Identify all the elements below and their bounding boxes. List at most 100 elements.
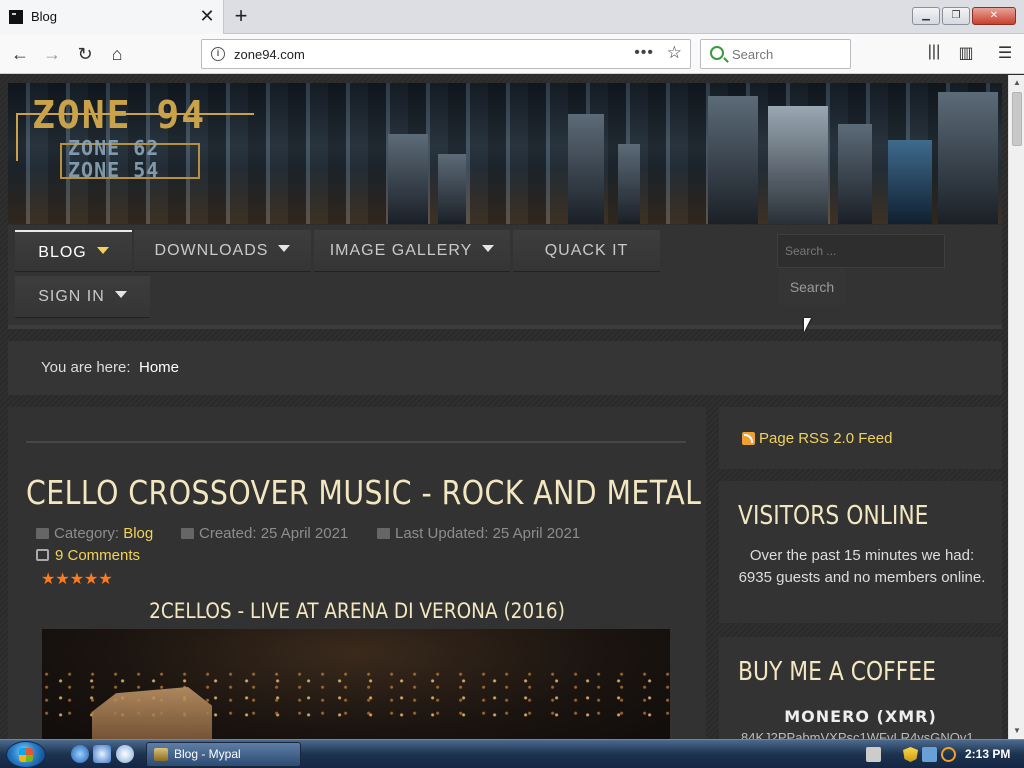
- calendar-icon: [181, 528, 194, 539]
- tab-close-icon[interactable]: ✕: [198, 6, 216, 26]
- article-category: Category: Blog: [36, 525, 153, 542]
- reload-icon[interactable]: ↻: [72, 41, 98, 67]
- media-player-icon[interactable]: [116, 745, 134, 763]
- article-title[interactable]: CELLO CROSSOVER MUSIC - ROCK AND METAL: [26, 473, 701, 512]
- menu-item-sign-in[interactable]: SIGN IN: [15, 276, 150, 318]
- search-icon: [710, 46, 724, 60]
- updated-date: Last Updated: 25 April 2021: [395, 525, 581, 542]
- menu-item-quack-it[interactable]: QUACK IT: [513, 230, 660, 272]
- mypal-icon: [154, 748, 168, 761]
- network-icon[interactable]: [922, 747, 937, 762]
- visitors-widget: VISITORS ONLINE Over the past 15 minutes…: [719, 481, 1002, 623]
- taskbar-item-label: Blog - Mypal: [174, 747, 241, 761]
- page-scrollbar[interactable]: ▲ ▼: [1008, 75, 1024, 739]
- ie-icon[interactable]: [71, 745, 89, 763]
- site-favicon-icon: [9, 10, 23, 24]
- site-search-button[interactable]: Search: [779, 269, 845, 305]
- menu-label-sign-in: SIGN IN: [38, 288, 105, 305]
- comments-count: 9 Comments: [55, 547, 141, 564]
- article-updated: Last Updated: 25 April 2021: [377, 525, 580, 542]
- calendar-icon: [377, 528, 390, 539]
- home-icon[interactable]: ⌂: [104, 41, 130, 67]
- taskbar-clock[interactable]: 2:13 PM: [965, 747, 1010, 761]
- logo-sub-line-1: ZONE 62: [68, 136, 160, 160]
- monero-address[interactable]: 84KJ2PPabmVXPsc1WFvLR4vsGNQv1: [741, 730, 974, 739]
- security-shield-icon[interactable]: [903, 747, 918, 762]
- tab-blog[interactable]: Blog ✕: [0, 0, 224, 34]
- os-taskbar: Blog - Mypal 2:13 PM: [0, 739, 1024, 768]
- comments-link[interactable]: 9 Comments: [36, 547, 140, 564]
- menu-label-downloads: DOWNLOADS: [154, 242, 269, 259]
- taskbar-item-mypal[interactable]: Blog - Mypal: [146, 742, 301, 767]
- start-button[interactable]: [6, 741, 46, 768]
- breadcrumb: You are here: Home: [8, 341, 1002, 395]
- menu-item-blog[interactable]: BLOG: [15, 230, 132, 272]
- visitors-title: VISITORS ONLINE: [738, 501, 929, 531]
- close-window-button[interactable]: ✕: [972, 7, 1016, 25]
- explorer-icon[interactable]: [93, 745, 111, 763]
- menu-label-quack-it: QUACK IT: [544, 242, 629, 259]
- hamburger-menu-icon[interactable]: ☰: [994, 43, 1016, 63]
- created-date: Created: 25 April 2021: [199, 525, 349, 542]
- site-logo-text[interactable]: ZONE 94: [32, 93, 206, 137]
- page-actions-icon[interactable]: •••: [634, 44, 654, 62]
- article-created: Created: 25 April 2021: [181, 525, 348, 542]
- maximize-button[interactable]: ❐: [942, 7, 970, 25]
- library-icon[interactable]: |||: [923, 43, 945, 61]
- chevron-down-icon: [96, 247, 109, 254]
- coffee-title: BUY ME A COFFEE: [738, 657, 936, 687]
- menu-label-image-gallery: IMAGE GALLERY: [329, 242, 473, 259]
- breadcrumb-prefix: You are here:: [41, 359, 131, 376]
- url-text[interactable]: zone94.com: [234, 47, 305, 62]
- rss-icon: [742, 432, 755, 445]
- browser-search-placeholder: Search: [732, 47, 774, 62]
- menu-label-blog: BLOG: [38, 244, 87, 261]
- monero-label: MONERO (XMR): [784, 707, 937, 726]
- chevron-down-icon: [114, 291, 127, 298]
- menu-item-image-gallery[interactable]: IMAGE GALLERY: [314, 230, 510, 272]
- minimize-button[interactable]: ▁: [912, 7, 940, 25]
- article-divider: [26, 441, 686, 443]
- blog-article: CELLO CROSSOVER MUSIC - ROCK AND METAL C…: [8, 407, 706, 739]
- menu-item-downloads[interactable]: DOWNLOADS: [134, 230, 311, 272]
- logo-sub-line-2: ZONE 54: [68, 158, 160, 182]
- comment-icon: [36, 549, 49, 561]
- scroll-up-icon[interactable]: ▲: [1009, 75, 1024, 91]
- new-tab-button[interactable]: +: [229, 4, 253, 28]
- folder-icon: [36, 528, 49, 539]
- category-label: Category:: [54, 525, 120, 542]
- nav-toolbar: ← → ↻ ⌂ i zone94.com ••• ☆ Search ||| ▥ …: [0, 34, 1024, 74]
- breadcrumb-home-link[interactable]: Home: [139, 359, 179, 376]
- video-title: 2CELLOS - LIVE AT ARENA DI VERONA (2016): [149, 599, 565, 623]
- rss-widget: Page RSS 2.0 Feed: [719, 407, 1002, 469]
- rating-stars[interactable]: ★★★★★: [41, 569, 113, 589]
- url-bar[interactable]: i zone94.com ••• ☆: [201, 39, 691, 69]
- page-viewport: ZONE 94 ZONE 62 ZONE 54 BLOG DOWNLOADS I…: [0, 75, 1008, 739]
- tab-title: Blog: [31, 9, 58, 24]
- chevron-down-icon: [278, 245, 291, 252]
- forward-icon[interactable]: →: [39, 41, 65, 67]
- site-search-input[interactable]: Search ...: [777, 234, 945, 268]
- sidebar-toggle-icon[interactable]: ▥: [955, 43, 977, 63]
- window-controls: ▁ ❐ ✕: [912, 7, 1016, 25]
- chevron-down-icon: [482, 245, 495, 252]
- mouse-cursor-icon: [804, 318, 811, 332]
- video-player[interactable]: [42, 629, 670, 739]
- video-thumbnail-arena: [92, 687, 212, 739]
- back-icon[interactable]: ←: [7, 41, 33, 67]
- scroll-down-icon[interactable]: ▼: [1009, 723, 1024, 739]
- site-header-banner[interactable]: ZONE 94 ZONE 62 ZONE 54: [8, 83, 1002, 224]
- logo-sub-text: ZONE 62 ZONE 54: [68, 137, 159, 181]
- bookmark-star-icon[interactable]: ☆: [667, 43, 682, 63]
- browser-search-box[interactable]: Search: [700, 39, 851, 69]
- site-info-icon[interactable]: i: [211, 47, 225, 61]
- main-menu: BLOG DOWNLOADS IMAGE GALLERY QUACK IT SI…: [8, 225, 1002, 329]
- scroll-thumb[interactable]: [1012, 92, 1022, 146]
- search-tray-icon[interactable]: [941, 747, 956, 762]
- category-link[interactable]: Blog: [123, 525, 153, 542]
- keyboard-icon[interactable]: [866, 747, 881, 762]
- rss-feed-link[interactable]: Page RSS 2.0 Feed: [759, 430, 892, 447]
- buy-coffee-widget: BUY ME A COFFEE MONERO (XMR) 84KJ2PPabmV…: [719, 637, 1002, 739]
- visitors-text: Over the past 15 minutes we had: 6935 gu…: [738, 547, 986, 586]
- tab-strip: Blog ✕ + ▁ ❐ ✕: [0, 0, 1024, 34]
